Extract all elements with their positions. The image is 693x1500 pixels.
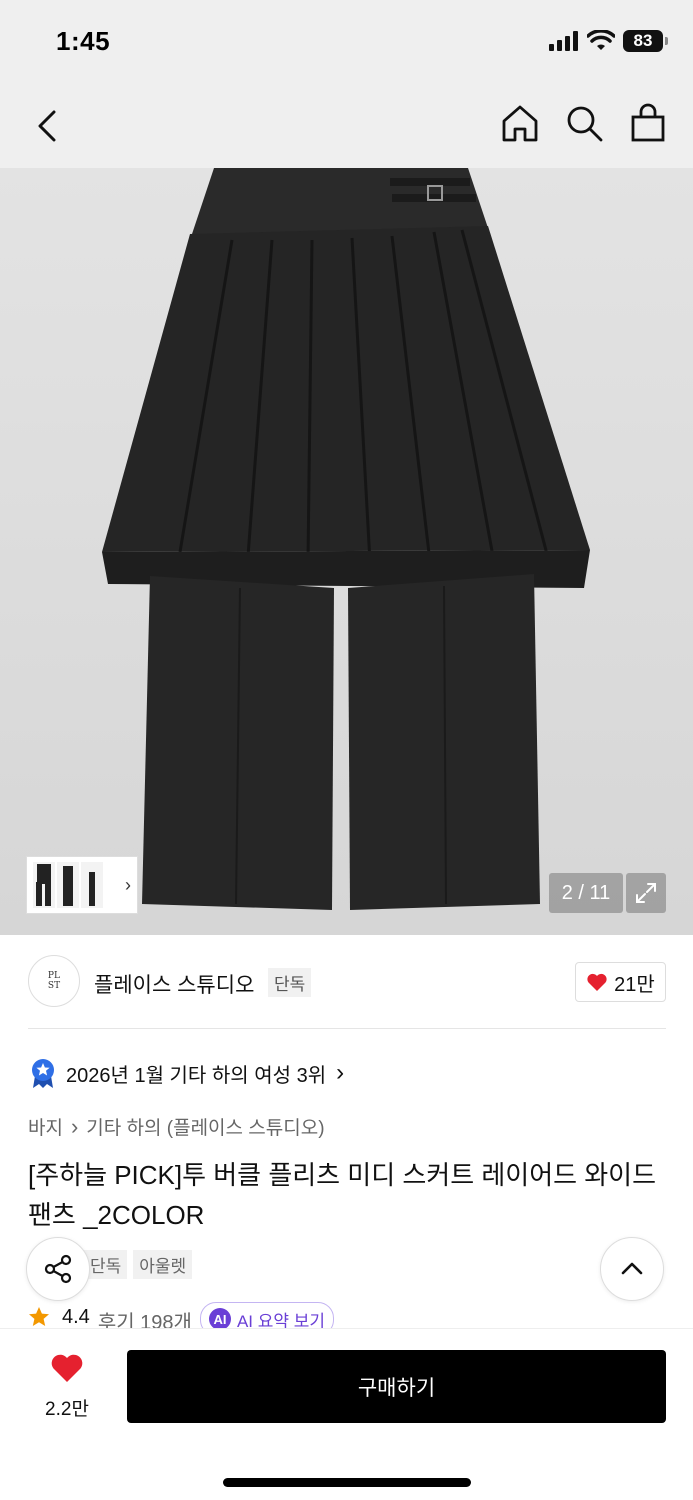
ai-summary-button[interactable]: AI AI 요약 보기 (199, 1302, 335, 1329)
thumbnail-strip[interactable]: › (26, 856, 138, 914)
ranking-row[interactable]: 2026년 1월 기타 하의 여성 3위 › (30, 1058, 344, 1088)
brand-name[interactable]: 플레이스 스튜디오 (94, 969, 254, 999)
share-icon (44, 1254, 72, 1284)
wifi-icon (587, 30, 615, 50)
image-page-counter: 2 / 11 (549, 873, 623, 913)
home-icon[interactable] (499, 102, 541, 144)
brand-exclusive-tag: 단독 (268, 968, 312, 997)
product-like-count: 2.2만 (45, 1399, 89, 1420)
breadcrumb-separator-icon: › (70, 1113, 79, 1139)
heart-icon (51, 1354, 83, 1382)
brand-like-count: 21만 (614, 973, 655, 996)
product-tags: 단독 아울렛 (84, 1250, 193, 1279)
signal-icon (549, 31, 578, 51)
chevron-right-icon: › (336, 1059, 345, 1086)
status-icons: 83 (549, 30, 668, 52)
product-like-button[interactable]: 2.2만 (36, 1353, 98, 1421)
ai-badge-icon: AI (208, 1308, 231, 1328)
star-icon (29, 1307, 49, 1326)
rating-row: 4.4 후기 198개 AI AI 요약 보기 (28, 1302, 693, 1328)
chevron-up-icon (621, 1262, 643, 1275)
product-image[interactable] (0, 168, 693, 935)
nav-bar (0, 84, 693, 168)
product-tag: 아울렛 (133, 1250, 193, 1279)
search-icon[interactable] (563, 102, 605, 144)
expand-button[interactable] (626, 873, 666, 913)
nav-actions (499, 102, 669, 144)
brand-like-button[interactable]: 21만 (575, 962, 666, 1002)
rating-value: 4.4 (62, 1306, 90, 1328)
product-title: [주하늘 PICK]투 버클 플리츠 미디 스커트 레이어드 와이드 팬츠 _2… (28, 1160, 657, 1230)
breadcrumb-item[interactable]: 기타 하의 (플레이스 스튜디오) (86, 1113, 324, 1140)
status-bar: 1:45 83 (0, 0, 693, 84)
product-tag: 단독 (84, 1250, 128, 1279)
thumbnail[interactable] (81, 862, 103, 908)
breadcrumb-item[interactable]: 바지 (28, 1113, 63, 1140)
ranking-text: 2026년 1월 기타 하의 여성 3위 (66, 1064, 327, 1087)
product-photo-skirt-pants (102, 168, 590, 910)
thumbnail[interactable] (33, 862, 55, 908)
thumbnail[interactable] (57, 862, 79, 908)
share-button[interactable] (26, 1237, 90, 1301)
thumbnail-more-icon[interactable]: › (125, 875, 131, 896)
brand-logo[interactable]: PL ST (28, 955, 80, 1007)
back-icon[interactable] (30, 106, 70, 146)
expand-icon (636, 883, 656, 903)
home-indicator (223, 1478, 471, 1487)
battery-icon: 83 (623, 30, 668, 52)
bag-icon[interactable] (627, 102, 669, 144)
divider (28, 1028, 666, 1029)
ai-summary-label: AI 요약 보기 (236, 1311, 326, 1329)
rank-badge-icon (32, 1059, 54, 1088)
bottom-action-bar: 2.2만 구매하기 (0, 1328, 693, 1500)
heart-icon (587, 973, 607, 991)
brand-row[interactable]: PL ST 플레이스 스튜디오 단독 21만 (0, 935, 693, 1029)
review-count-link[interactable]: 후기 198개 (98, 1306, 192, 1328)
buy-button[interactable]: 구매하기 (127, 1350, 666, 1423)
breadcrumb: 바지 › 기타 하의 (플레이스 스튜디오) (28, 1113, 325, 1140)
scroll-to-top-button[interactable] (600, 1237, 664, 1301)
status-time: 1:45 (56, 26, 111, 56)
